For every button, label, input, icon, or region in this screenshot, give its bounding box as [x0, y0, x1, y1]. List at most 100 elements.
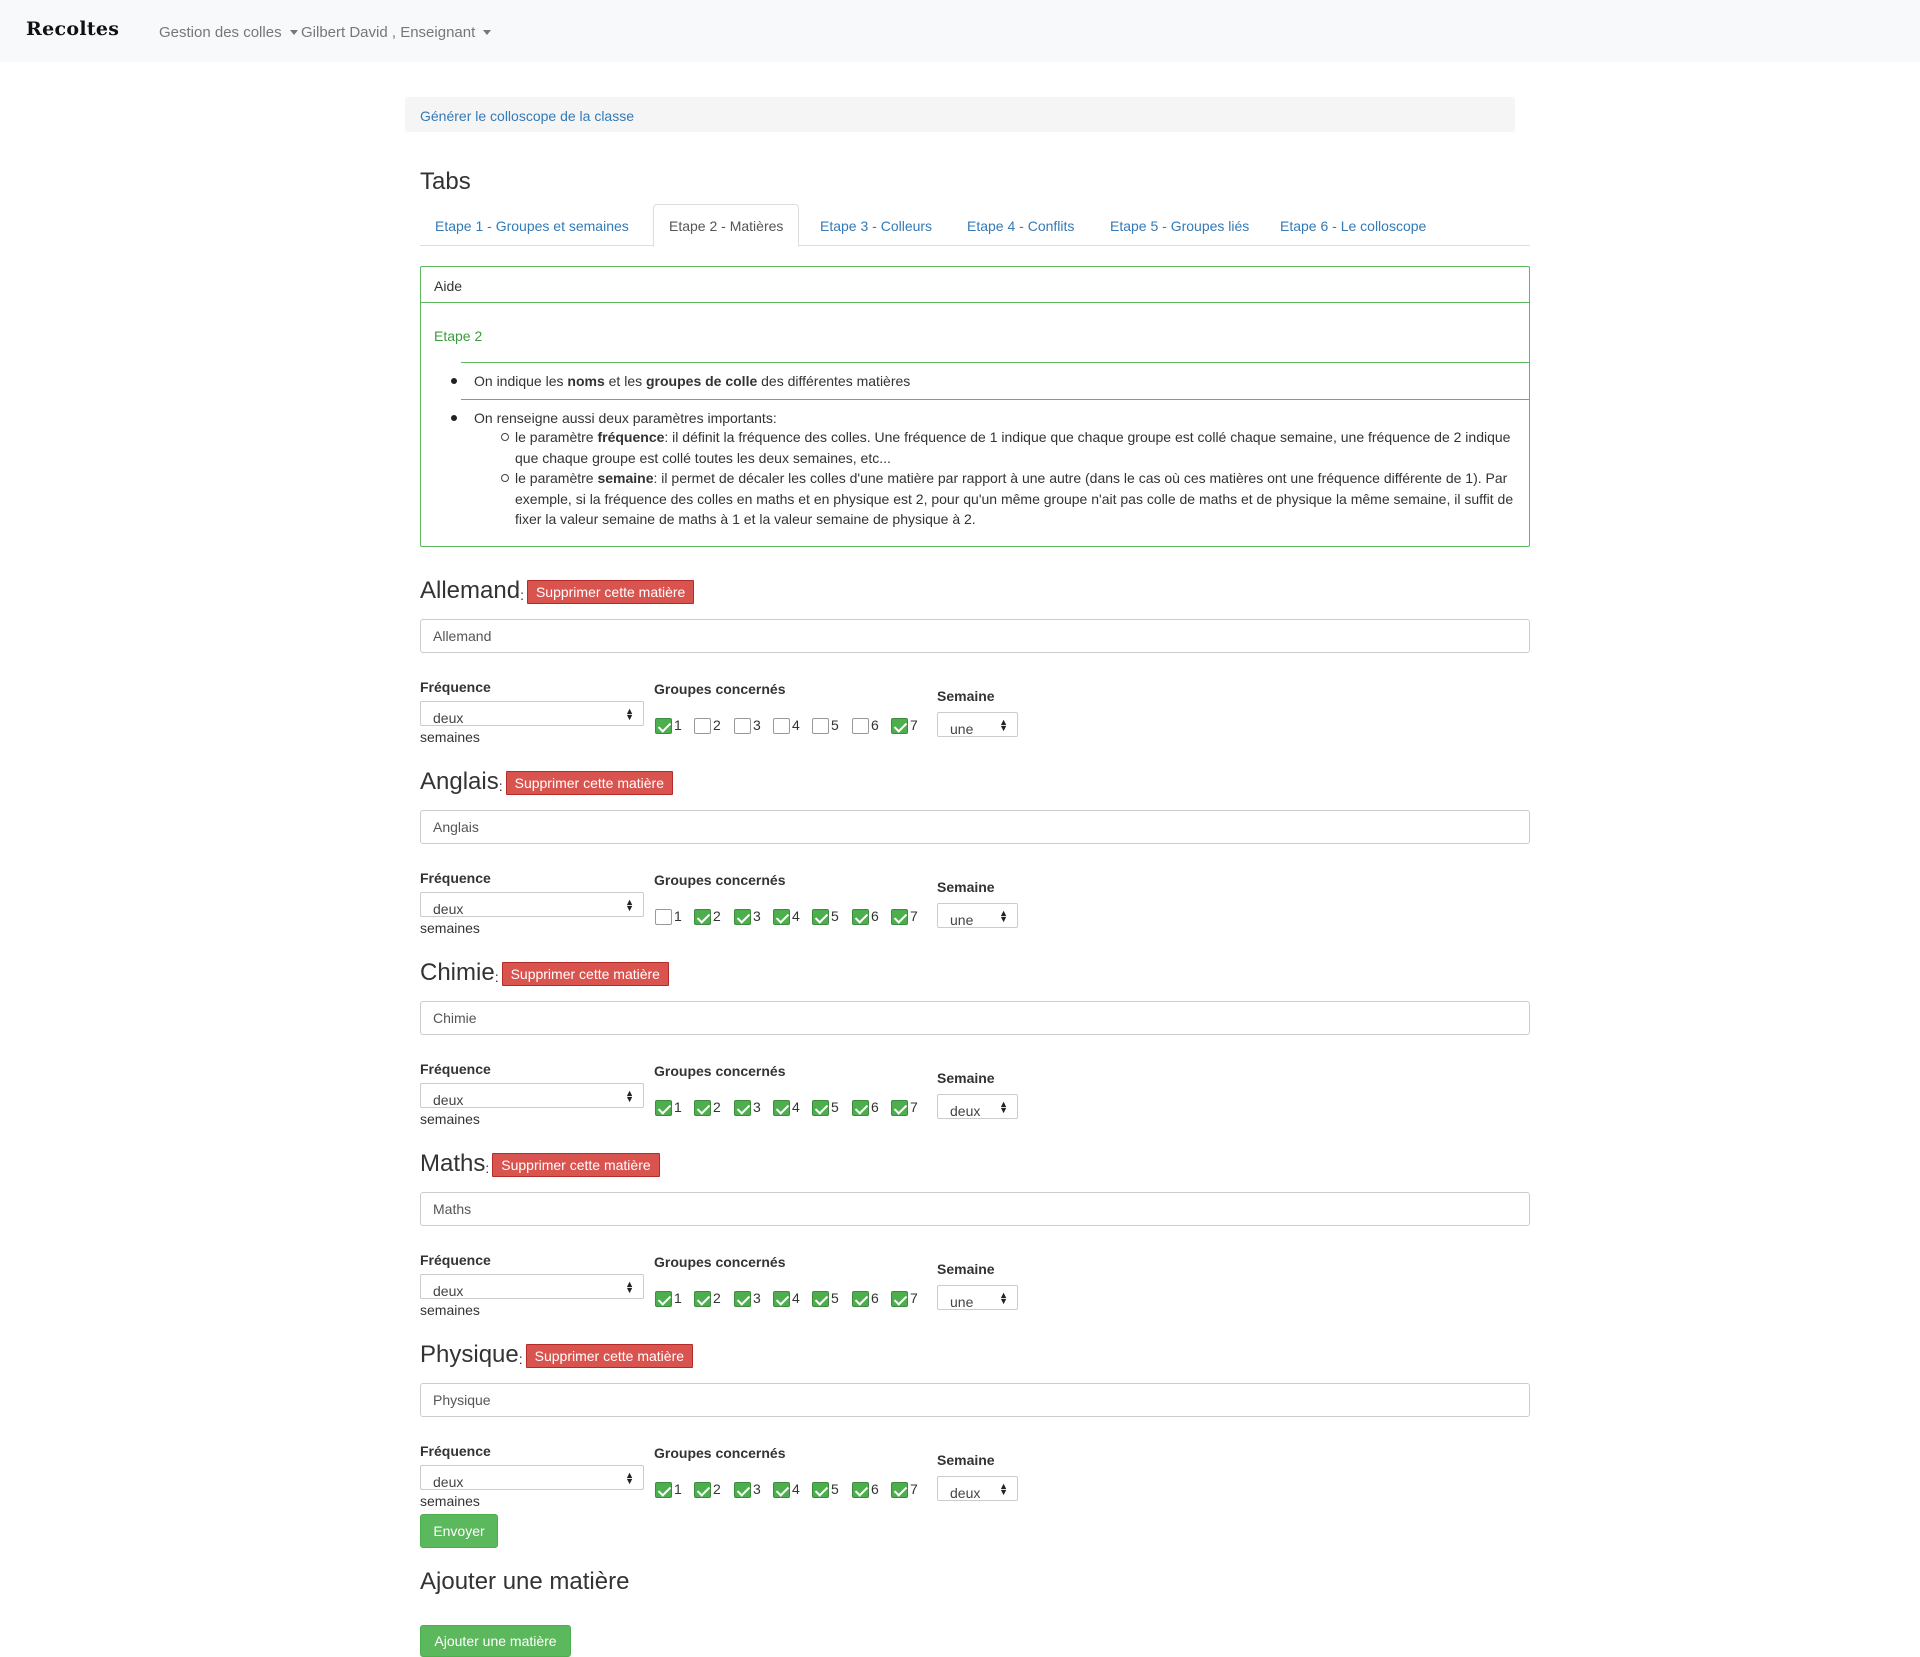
semaine-select[interactable]: deux ▲ ▼: [937, 1094, 1018, 1119]
group-checkbox[interactable]: [773, 1482, 790, 1498]
frequence-suffix: semaines: [420, 729, 480, 745]
group-checkbox[interactable]: [812, 1291, 829, 1307]
group-checkbox[interactable]: [852, 1482, 869, 1498]
matiere-name-input[interactable]: [420, 810, 1530, 844]
frequence-select[interactable]: deux ▲ ▼: [420, 1083, 644, 1108]
menu-user[interactable]: Gilbert David , Enseignant: [301, 24, 492, 41]
frequence-select[interactable]: deux ▲ ▼: [420, 1465, 644, 1490]
group-checkbox[interactable]: [852, 1291, 869, 1307]
delete-matiere-button[interactable]: Supprimer cette matière: [526, 580, 695, 604]
delete-matiere-button[interactable]: Supprimer cette matière: [492, 1153, 660, 1177]
frequence-value: deux: [433, 1474, 464, 1490]
group-checkbox[interactable]: [812, 1100, 829, 1116]
tab-etape-3[interactable]: Etape 3 - Colleurs: [805, 204, 947, 246]
delete-matiere-button[interactable]: Supprimer cette matière: [525, 1344, 694, 1368]
group-checkbox[interactable]: [734, 1100, 751, 1116]
tab-etape-6[interactable]: Etape 6 - Le colloscope: [1265, 204, 1441, 246]
menu-gestion-colles[interactable]: Gestion des colles: [159, 24, 298, 41]
aide-item-2: On renseigne aussi deux paramètres impor…: [474, 410, 777, 426]
groupes-label: Groupes concernés: [654, 1445, 786, 1461]
group-checkbox[interactable]: [773, 1291, 790, 1307]
matiere-title: Allemand: Supprimer cette matière: [420, 577, 695, 605]
group-checkbox-label: 2: [713, 1481, 721, 1497]
group-checkbox[interactable]: [812, 718, 829, 734]
group-checkbox[interactable]: [655, 718, 672, 734]
matiere-title: Physique: Supprimer cette matière: [420, 1341, 694, 1369]
group-checkbox[interactable]: [891, 1482, 908, 1498]
group-checkbox-label: 1: [674, 908, 682, 924]
group-checkbox[interactable]: [891, 1100, 908, 1116]
group-checkbox-label: 1: [674, 1099, 682, 1115]
group-checkbox-label: 5: [831, 908, 839, 924]
select-arrows-icon: ▲ ▼: [625, 897, 634, 913]
tab-etape-5[interactable]: Etape 5 - Groupes liés: [1095, 204, 1264, 246]
group-checkbox[interactable]: [734, 909, 751, 925]
group-checkbox[interactable]: [655, 1482, 672, 1498]
envoyer-button[interactable]: Envoyer: [420, 1514, 498, 1548]
group-checkbox[interactable]: [734, 718, 751, 734]
group-checkbox-label: 4: [792, 1290, 800, 1306]
matiere-title: Maths: Supprimer cette matière: [420, 1150, 660, 1178]
semaine-select[interactable]: une ▲ ▼: [937, 903, 1018, 928]
brand-logo[interactable]: Recoltes: [26, 18, 119, 40]
matiere-name-input[interactable]: [420, 1001, 1530, 1035]
group-checkbox-label: 6: [871, 1099, 879, 1115]
select-arrows-icon: ▲ ▼: [999, 1099, 1008, 1115]
group-checkbox[interactable]: [694, 1291, 711, 1307]
group-checkbox[interactable]: [773, 909, 790, 925]
select-arrows-icon: ▲ ▼: [999, 1481, 1008, 1497]
group-checkbox[interactable]: [734, 1482, 751, 1498]
group-checkbox[interactable]: [694, 909, 711, 925]
group-checkbox-label: 6: [871, 908, 879, 924]
matiere-title: Chimie: Supprimer cette matière: [420, 959, 669, 987]
group-checkbox[interactable]: [812, 1482, 829, 1498]
matiere-name: Allemand: [420, 577, 521, 604]
frequence-select[interactable]: deux ▲ ▼: [420, 892, 644, 917]
group-checkbox-label: 5: [831, 1099, 839, 1115]
semaine-value: une: [950, 721, 974, 737]
group-checkbox-label: 4: [792, 1099, 800, 1115]
group-checkbox[interactable]: [891, 718, 908, 734]
group-checkbox-label: 7: [910, 908, 918, 924]
group-checkbox[interactable]: [812, 909, 829, 925]
matiere-name: Anglais: [420, 768, 499, 795]
top-navbar: Recoltes Gestion des colles Gilbert Davi…: [0, 0, 1920, 62]
delete-matiere-button[interactable]: Supprimer cette matière: [505, 771, 674, 795]
semaine-select[interactable]: une ▲ ▼: [937, 1285, 1018, 1310]
select-arrows-icon: ▲ ▼: [999, 908, 1008, 924]
chevron-down-icon: [289, 30, 298, 35]
group-checkbox[interactable]: [891, 1291, 908, 1307]
group-checkbox[interactable]: [852, 909, 869, 925]
semaine-select[interactable]: une ▲ ▼: [937, 712, 1018, 737]
group-checkbox[interactable]: [694, 1482, 711, 1498]
tab-etape-4[interactable]: Etape 4 - Conflits: [952, 204, 1089, 246]
tab-etape-1[interactable]: Etape 1 - Groupes et semaines: [420, 204, 644, 246]
action-bar: Générer le colloscope de la classe: [405, 97, 1515, 132]
frequence-select[interactable]: deux ▲ ▼: [420, 701, 644, 726]
semaine-select[interactable]: deux ▲ ▼: [937, 1476, 1018, 1501]
group-checkbox[interactable]: [852, 1100, 869, 1116]
group-checkbox[interactable]: [655, 1100, 672, 1116]
delete-matiere-button[interactable]: Supprimer cette matière: [501, 962, 669, 986]
matiere-title: Anglais: Supprimer cette matière: [420, 768, 674, 796]
generate-colloscope-link[interactable]: Générer le colloscope de la classe: [420, 108, 634, 124]
group-checkbox[interactable]: [694, 1100, 711, 1116]
group-checkbox[interactable]: [655, 909, 672, 925]
group-checkbox[interactable]: [891, 909, 908, 925]
matiere-name-input[interactable]: [420, 1192, 1530, 1226]
group-checkbox[interactable]: [852, 718, 869, 734]
group-checkbox[interactable]: [655, 1291, 672, 1307]
group-checkbox-label: 4: [792, 908, 800, 924]
matiere-name-input[interactable]: [420, 619, 1530, 653]
group-checkbox-label: 5: [831, 1290, 839, 1306]
frequence-select[interactable]: deux ▲ ▼: [420, 1274, 644, 1299]
add-matiere-button[interactable]: Ajouter une matière: [420, 1625, 571, 1657]
group-checkbox-label: 7: [910, 717, 918, 733]
group-checkbox[interactable]: [773, 718, 790, 734]
group-checkbox[interactable]: [773, 1100, 790, 1116]
tab-etape-2[interactable]: Etape 2 - Matières: [653, 204, 800, 247]
matiere-name-input[interactable]: [420, 1383, 1530, 1417]
group-checkbox-label: 2: [713, 717, 721, 733]
group-checkbox[interactable]: [694, 718, 711, 734]
group-checkbox[interactable]: [734, 1291, 751, 1307]
